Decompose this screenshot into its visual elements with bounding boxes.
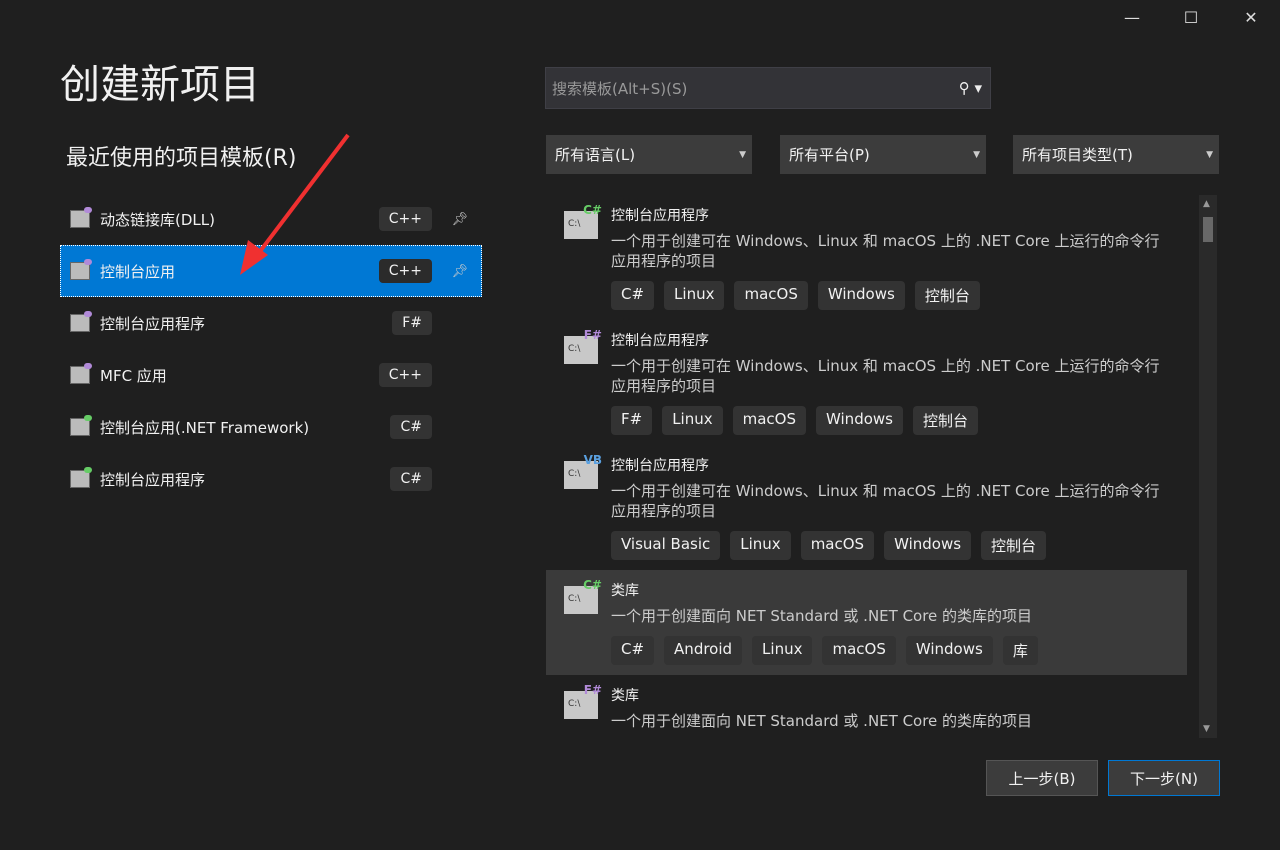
template-item[interactable]: C:\ VB 控制台应用程序 一个用于创建可在 Windows、Linux 和 m… — [546, 445, 1187, 570]
back-button[interactable]: 上一步(B) — [986, 760, 1098, 796]
tag: Windows — [884, 531, 972, 560]
language-badge: C++ — [378, 363, 432, 387]
language-badge: C# — [390, 467, 432, 491]
template-icon — [70, 363, 92, 384]
template-description: 一个用于创建面向 NET Standard 或 .NET Core 的类库的项目 — [611, 607, 1033, 625]
page-title: 创建新项目 — [60, 62, 260, 108]
language-badge: F# — [392, 311, 432, 335]
template-icon — [70, 415, 92, 436]
template-name: 类库 — [611, 583, 639, 599]
tag: 控制台 — [912, 406, 978, 435]
chevron-down-icon: ▼ — [973, 149, 980, 160]
template-item[interactable]: C:\ C# 控制台应用程序 一个用于创建可在 Windows、Linux 和 m… — [546, 195, 1187, 320]
template-item[interactable]: C:\ F# 类库 一个用于创建面向 NET Standard 或 .NET Co… — [546, 675, 1187, 738]
platform-filter[interactable]: 所有平台(P) ▼ — [780, 135, 986, 174]
recent-template-label: 控制台应用 — [100, 262, 176, 281]
platform-filter-value: 所有平台(P) — [789, 146, 870, 164]
maximize-button[interactable]: ☐ — [1176, 8, 1206, 32]
recent-template-label: 控制台应用程序 — [100, 314, 206, 333]
tag: Linux — [662, 406, 723, 435]
language-badge: C# — [390, 415, 432, 439]
chevron-down-icon: ▼ — [739, 149, 746, 160]
template-icon: C:\ C# — [564, 578, 602, 614]
recent-template-label: 控制台应用程序 — [100, 470, 206, 489]
recent-heading: 最近使用的项目模板(R) — [66, 146, 297, 171]
recent-template-item[interactable]: MFC 应用 C++ — [60, 349, 482, 401]
tag: macOS — [800, 531, 875, 560]
recent-template-item[interactable]: 控制台应用程序 C# — [60, 453, 482, 505]
template-icon: C:\ C# — [564, 203, 602, 239]
tag: Linux — [730, 531, 791, 560]
project-type-filter[interactable]: 所有项目类型(T) ▼ — [1013, 135, 1219, 174]
language-filter[interactable]: 所有语言(L) ▼ — [546, 135, 752, 174]
template-name: 控制台应用程序 — [611, 208, 709, 224]
scrollbar[interactable]: ▲ ▼ — [1199, 195, 1217, 738]
tag: Android — [664, 636, 743, 665]
template-icon — [70, 311, 92, 332]
template-icon: C:\ VB — [564, 453, 602, 489]
template-name: 控制台应用程序 — [611, 458, 709, 474]
template-name: 类库 — [611, 688, 639, 704]
tag: 控制台 — [914, 281, 980, 310]
pin-icon[interactable]: 📌︎ — [451, 264, 468, 279]
pin-icon[interactable]: 📌︎ — [451, 212, 468, 227]
recent-template-item[interactable]: 控制台应用程序 F# — [60, 297, 482, 349]
template-name: 控制台应用程序 — [611, 333, 709, 349]
tag: C# — [611, 636, 655, 665]
template-description: 一个用于创建可在 Windows、Linux 和 macOS 上的 .NET C… — [611, 482, 1160, 520]
recent-template-label: MFC 应用 — [100, 366, 167, 385]
tag: macOS — [822, 636, 896, 665]
language-badge: C++ — [378, 259, 432, 283]
tag: Windows — [905, 636, 993, 665]
tag: Windows — [816, 406, 903, 435]
tag: C# — [611, 281, 655, 310]
search-icon[interactable]: ⚲ ▾ — [959, 79, 982, 97]
tag: F# — [611, 406, 653, 435]
close-button[interactable]: ✕ — [1236, 8, 1266, 32]
tag: Linux — [752, 636, 813, 665]
tag: 库 — [1002, 636, 1038, 665]
language-badge: C++ — [378, 207, 432, 231]
tag: 控制台 — [981, 531, 1047, 560]
minimize-button[interactable]: — — [1117, 8, 1147, 32]
template-list: C:\ C# 控制台应用程序 一个用于创建可在 Windows、Linux 和 m… — [546, 195, 1187, 738]
scroll-up-icon[interactable]: ▲ — [1203, 199, 1210, 209]
chevron-down-icon: ▼ — [1206, 149, 1213, 160]
template-icon — [70, 467, 92, 488]
search-placeholder: 搜索模板(Alt+S)(S) — [552, 79, 688, 98]
template-icon: C:\ F# — [564, 328, 602, 364]
template-item[interactable]: C:\ C# 类库 一个用于创建面向 NET Standard 或 .NET Co… — [546, 570, 1187, 675]
tag: macOS — [734, 281, 808, 310]
recent-template-label: 动态链接库(DLL) — [100, 210, 215, 229]
template-description: 一个用于创建可在 Windows、Linux 和 macOS 上的 .NET C… — [611, 232, 1160, 270]
template-icon — [70, 259, 92, 280]
scroll-down-icon[interactable]: ▼ — [1203, 724, 1210, 734]
template-icon — [70, 207, 92, 228]
tag: Linux — [664, 281, 725, 310]
template-item[interactable]: C:\ F# 控制台应用程序 一个用于创建可在 Windows、Linux 和 m… — [546, 320, 1187, 445]
recent-template-label: 控制台应用(.NET Framework) — [100, 418, 310, 437]
template-icon: C:\ F# — [564, 683, 602, 719]
recent-template-item[interactable]: 动态链接库(DLL) C++ 📌︎ — [60, 193, 482, 245]
template-description: 一个用于创建可在 Windows、Linux 和 macOS 上的 .NET C… — [611, 357, 1160, 395]
next-button[interactable]: 下一步(N) — [1108, 760, 1220, 796]
recent-template-item[interactable]: 控制台应用(.NET Framework) C# — [60, 401, 482, 453]
template-description: 一个用于创建面向 NET Standard 或 .NET Core 的类库的项目 — [611, 712, 1033, 730]
scrollbar-thumb[interactable] — [1203, 217, 1213, 242]
language-filter-value: 所有语言(L) — [555, 146, 636, 164]
project-type-filter-value: 所有项目类型(T) — [1022, 146, 1133, 164]
recent-templates-list: 动态链接库(DLL) C++ 📌︎ 控制台应用 C++ 📌︎ 控制台应用程序 F… — [60, 193, 482, 505]
tag: Visual Basic — [611, 531, 721, 560]
recent-template-item[interactable]: 控制台应用 C++ 📌︎ — [60, 245, 482, 297]
tag: Windows — [817, 281, 905, 310]
tag: macOS — [732, 406, 807, 435]
search-input[interactable]: 搜索模板(Alt+S)(S) ⚲ ▾ — [545, 67, 991, 109]
